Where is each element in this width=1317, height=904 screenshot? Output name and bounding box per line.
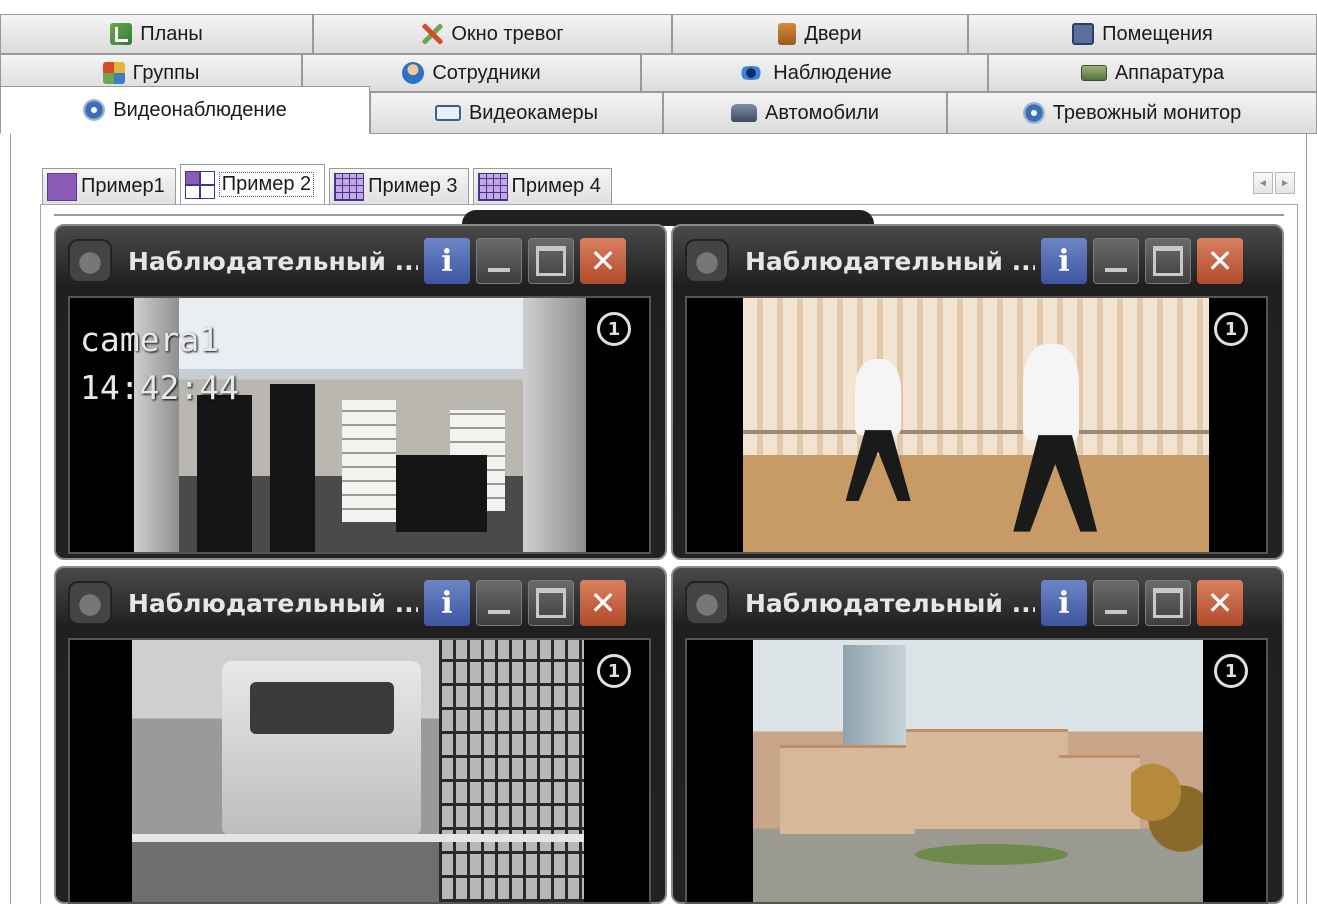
tab-label: Тревожный монитор bbox=[1052, 101, 1242, 124]
groups-icon bbox=[102, 62, 125, 84]
window-title: Наблюдательный ... bbox=[128, 588, 418, 618]
info-button[interactable]: i bbox=[1041, 580, 1087, 626]
video-window-1[interactable]: Наблюдательный ... i ✕ camera1 14:42:44 … bbox=[54, 224, 667, 560]
tab-label: Аппаратура bbox=[1114, 61, 1225, 84]
camera-window-icon bbox=[685, 581, 729, 625]
scroll-left-button[interactable]: ◄ bbox=[1253, 172, 1273, 194]
timestamp-overlay: 14:42:44 bbox=[80, 368, 239, 407]
tab-alarm-monitor[interactable]: Тревожный монитор bbox=[947, 92, 1317, 134]
maximize-button[interactable] bbox=[1145, 238, 1191, 284]
doors-icon bbox=[778, 23, 797, 45]
tab-alarm-window[interactable]: Окно тревог bbox=[313, 14, 672, 54]
tab-label: Автомобили bbox=[765, 101, 879, 124]
camera-name-overlay: camera1 bbox=[80, 320, 220, 359]
camera-overlay: camera1 14:42:44 bbox=[80, 316, 239, 412]
tab-row-1: Планы Окно тревог Двери Помещения bbox=[0, 14, 1317, 54]
layout-tab-label: Пример 4 bbox=[511, 175, 601, 197]
video-window-2[interactable]: Наблюдательный ... i ✕ 1 bbox=[671, 224, 1284, 560]
layout-grid-icon bbox=[334, 172, 365, 201]
layout-tab-3[interactable]: Пример 3 bbox=[329, 168, 469, 204]
rooms-icon bbox=[1072, 23, 1095, 45]
layout-tab-1[interactable]: Пример1 bbox=[42, 168, 176, 204]
window-title: Наблюдательный ... bbox=[128, 246, 418, 276]
layout-tab-2[interactable]: Пример 2 bbox=[179, 164, 326, 204]
camera-window-icon bbox=[68, 581, 112, 625]
scroll-right-button[interactable]: ► bbox=[1275, 172, 1295, 194]
maximize-button[interactable] bbox=[528, 580, 574, 626]
tab-doors[interactable]: Двери bbox=[672, 14, 968, 54]
camera-number-badge: 1 bbox=[1214, 312, 1248, 346]
video-feed[interactable]: 1 bbox=[685, 638, 1268, 904]
camera-number-badge: 1 bbox=[597, 312, 631, 346]
minimize-button[interactable] bbox=[1093, 580, 1139, 626]
tab-observation[interactable]: Наблюдение bbox=[641, 54, 988, 92]
layout-tab-4[interactable]: Пример 4 bbox=[472, 168, 612, 204]
camera-number-badge: 1 bbox=[1214, 654, 1248, 688]
info-button[interactable]: i bbox=[424, 238, 470, 284]
tab-hardware[interactable]: Аппаратура bbox=[988, 54, 1317, 92]
building-camera-image bbox=[753, 640, 1203, 902]
tab-label: Помещения bbox=[1102, 22, 1213, 45]
layout-tab-label: Пример1 bbox=[81, 175, 165, 197]
plans-icon bbox=[110, 23, 133, 45]
camera-window-icon bbox=[68, 239, 112, 283]
tab-label: Видеокамеры bbox=[468, 101, 599, 124]
info-button[interactable]: i bbox=[424, 580, 470, 626]
tab-label: Группы bbox=[132, 61, 200, 84]
close-button[interactable]: ✕ bbox=[580, 238, 626, 284]
close-button[interactable]: ✕ bbox=[1197, 580, 1243, 626]
eye-icon bbox=[737, 66, 766, 80]
video-camera-icon bbox=[434, 105, 461, 121]
tab-label: Сотрудники bbox=[432, 61, 541, 84]
layout-grid-icon bbox=[477, 172, 508, 201]
close-button[interactable]: ✕ bbox=[580, 580, 626, 626]
car-icon bbox=[731, 104, 758, 122]
maximize-button[interactable] bbox=[528, 238, 574, 284]
maximize-button[interactable] bbox=[1145, 580, 1191, 626]
layout-tab-label: Пример 3 bbox=[368, 175, 458, 197]
layout-2x2-icon bbox=[184, 170, 215, 199]
tab-label: Наблюдение bbox=[773, 61, 892, 84]
tab-rooms[interactable]: Помещения bbox=[968, 14, 1317, 54]
camera-number-badge: 1 bbox=[597, 654, 631, 688]
window-title: Наблюдательный ... bbox=[745, 246, 1035, 276]
camera-window-icon bbox=[685, 239, 729, 283]
video-feed[interactable]: camera1 14:42:44 1 bbox=[68, 296, 651, 554]
video-surveillance-icon bbox=[83, 99, 106, 121]
tab-video-cameras[interactable]: Видеокамеры bbox=[370, 92, 663, 134]
tab-row-3: Видеонаблюдение Видеокамеры Автомобили Т… bbox=[0, 86, 1317, 134]
alarm-monitor-icon bbox=[1022, 102, 1045, 124]
tab-label: Окно тревог bbox=[451, 22, 564, 45]
fencing-camera-image bbox=[743, 298, 1209, 552]
window-titlebar[interactable]: Наблюдательный ... i ✕ bbox=[56, 568, 665, 638]
window-titlebar[interactable]: Наблюдательный ... i ✕ bbox=[673, 226, 1282, 296]
tab-plans[interactable]: Планы bbox=[0, 14, 313, 54]
tab-cars[interactable]: Автомобили bbox=[663, 92, 947, 134]
car-gate-camera-image bbox=[132, 640, 584, 902]
video-feed[interactable]: 1 bbox=[68, 638, 651, 904]
layout-1x1-icon bbox=[47, 172, 77, 201]
window-title: Наблюдательный ... bbox=[745, 588, 1035, 618]
layout-tab-label: Пример 2 bbox=[218, 172, 315, 197]
window-titlebar[interactable]: Наблюдательный ... i ✕ bbox=[56, 226, 665, 296]
minimize-button[interactable] bbox=[476, 238, 522, 284]
tab-video-surveillance[interactable]: Видеонаблюдение bbox=[0, 86, 370, 134]
layout-scroll-buttons: ◄ ► bbox=[1253, 172, 1295, 194]
minimize-button[interactable] bbox=[476, 580, 522, 626]
minimize-button[interactable] bbox=[1093, 238, 1139, 284]
employees-icon bbox=[402, 62, 425, 84]
video-window-3[interactable]: Наблюдательный ... i ✕ 1 bbox=[54, 566, 667, 904]
window-titlebar[interactable]: Наблюдательный ... i ✕ bbox=[673, 568, 1282, 638]
video-feed[interactable]: 1 bbox=[685, 296, 1268, 554]
tab-label: Видеонаблюдение bbox=[113, 98, 287, 121]
tab-label: Двери bbox=[804, 22, 862, 45]
info-button[interactable]: i bbox=[1041, 238, 1087, 284]
hardware-icon bbox=[1080, 65, 1107, 81]
tab-label: Планы bbox=[140, 22, 203, 45]
layout-tabs: Пример1 Пример 2 Пример 3 Пример 4 bbox=[42, 164, 616, 204]
close-button[interactable]: ✕ bbox=[1197, 238, 1243, 284]
alarm-window-icon bbox=[421, 23, 443, 45]
video-window-4[interactable]: Наблюдательный ... i ✕ 1 bbox=[671, 566, 1284, 904]
